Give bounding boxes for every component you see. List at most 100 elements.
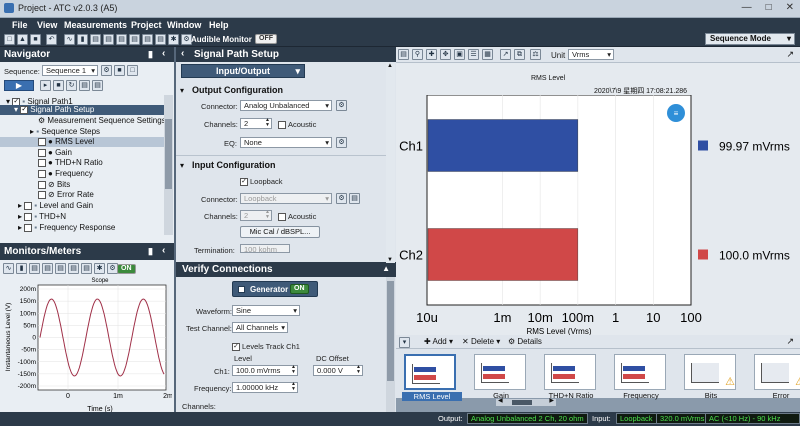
- scroll-thumb[interactable]: [165, 119, 172, 189]
- delete-button[interactable]: ✕ Delete ▾: [462, 337, 500, 346]
- input-channels-stepper[interactable]: 2 ▲ ▼: [240, 210, 272, 221]
- meter-icon[interactable]: ▤: [29, 263, 40, 274]
- scroll-left-icon[interactable]: ◀: [498, 397, 503, 404]
- tree-gain[interactable]: ● Gain: [38, 148, 72, 157]
- checkbox[interactable]: [38, 169, 46, 178]
- scroll-right-icon[interactable]: ▶: [549, 397, 554, 404]
- scroll-thumb[interactable]: [387, 281, 394, 381]
- mic-cal-button[interactable]: Mic Cal / dBSPL...: [240, 226, 320, 238]
- popout-icon[interactable]: ↗: [786, 336, 794, 347]
- audible-monitor-toggle[interactable]: OFF: [255, 34, 277, 44]
- menu-window[interactable]: Window: [167, 20, 201, 30]
- back-icon[interactable]: ‹: [181, 48, 184, 59]
- checkbox[interactable]: [24, 223, 33, 232]
- tree-thdn[interactable]: ▸ ▪ THD+N: [18, 212, 66, 221]
- stepper-icon[interactable]: ▲ ▼: [265, 118, 270, 128]
- input-acoustic-checkbox[interactable]: Acoustic: [278, 212, 316, 222]
- tree-measurement-sequence-settings[interactable]: ⚙ Measurement Sequence Settings...: [38, 116, 172, 125]
- stepper-icon[interactable]: ▲ ▼: [291, 382, 296, 392]
- meter4-icon[interactable]: ▤: [129, 34, 140, 45]
- meter3-icon[interactable]: ▤: [55, 263, 66, 274]
- output-status[interactable]: Analog Unbalanced 2 Ch, 20 ohm: [467, 413, 588, 424]
- input-table-icon[interactable]: ▤: [349, 193, 360, 204]
- collapse-icon[interactable]: ‹: [162, 245, 165, 256]
- tree-sequence-steps[interactable]: ▸ ▪ Sequence Steps: [30, 127, 100, 136]
- step-icon[interactable]: ▸: [40, 80, 51, 91]
- result-thumb-bits[interactable]: ⚠ Bits: [684, 354, 736, 400]
- unit-select[interactable]: Vrms ▾: [568, 49, 614, 60]
- sequence-mode-select[interactable]: Sequence Mode ▾: [705, 33, 795, 45]
- output-expand-icon[interactable]: ▾: [180, 86, 184, 95]
- table-icon[interactable]: ▦: [482, 49, 493, 60]
- checkbox[interactable]: [24, 201, 33, 210]
- input-connector-select[interactable]: Loopback ▾: [240, 193, 332, 204]
- close-icon[interactable]: ✕: [786, 2, 794, 13]
- waveform-select[interactable]: Sine ▾: [232, 305, 300, 316]
- generator-toggle[interactable]: ON: [290, 284, 309, 294]
- add-dropdown-icon[interactable]: ▾: [399, 337, 410, 348]
- save-icon[interactable]: ■: [30, 34, 41, 45]
- open-icon[interactable]: ▲: [17, 34, 28, 45]
- scroll-up-icon[interactable]: ▲: [387, 63, 393, 69]
- input-range-status[interactable]: AC (<10 Hz) - 90 kHz: [705, 413, 800, 424]
- new-icon[interactable]: □: [4, 34, 15, 45]
- graph-scrollbar[interactable]: ▲ ▼: [386, 63, 395, 263]
- menu-project[interactable]: Project: [131, 20, 162, 30]
- repeat-icon[interactable]: ↻: [66, 80, 77, 91]
- output-channels-stepper[interactable]: 2 ▲ ▼: [240, 118, 272, 129]
- scroll-down-icon[interactable]: ▼: [387, 257, 393, 263]
- result-thumb-gain[interactable]: Gain: [474, 354, 526, 400]
- meter2-icon[interactable]: ▤: [103, 34, 114, 45]
- tree-error-rate[interactable]: ⊘ Error Rate: [38, 190, 94, 199]
- eq-settings-icon[interactable]: ⚙: [336, 137, 347, 148]
- pin-icon[interactable]: ▮: [148, 246, 153, 257]
- result-thumb-rms-level[interactable]: RMS Level: [402, 354, 462, 401]
- checkbox[interactable]: [38, 137, 46, 146]
- checkbox[interactable]: [278, 213, 286, 222]
- checkbox[interactable]: [38, 180, 46, 189]
- maximize-icon[interactable]: □: [766, 2, 772, 13]
- eq-select[interactable]: None ▾: [240, 137, 332, 148]
- input-connector-settings-icon[interactable]: ⚙: [336, 193, 347, 204]
- sequence-stop-icon[interactable]: ■: [114, 65, 125, 76]
- meter5-icon[interactable]: ▤: [81, 263, 92, 274]
- termination-select[interactable]: 100 kohm: [240, 244, 290, 253]
- tree-bits[interactable]: ⊘ Bits: [38, 180, 70, 189]
- stop-icon[interactable]: ■: [53, 80, 64, 91]
- tree-rms-level[interactable]: ● RMS Level: [0, 137, 164, 147]
- stepper-icon[interactable]: ▲ ▼: [291, 365, 296, 375]
- test-channel-select[interactable]: All Channels ▾: [232, 322, 288, 333]
- ch1-level-stepper[interactable]: 100.0 mVrms ▲ ▼: [232, 365, 298, 376]
- fit-icon[interactable]: ▣: [454, 49, 465, 60]
- fft-icon[interactable]: ▮: [16, 263, 27, 274]
- monitors-toggle[interactable]: ON: [117, 264, 136, 274]
- undo-icon[interactable]: ↶: [46, 34, 57, 45]
- waveform-icon[interactable]: ∿: [64, 34, 75, 45]
- pan-icon[interactable]: ✥: [440, 49, 451, 60]
- tree-frequency-response[interactable]: ▸ ▪ Frequency Response: [18, 223, 115, 232]
- checkbox[interactable]: ✓: [20, 105, 29, 114]
- scroll-thumb[interactable]: [512, 400, 532, 405]
- sequence-new-icon[interactable]: □: [127, 65, 138, 76]
- pin-icon[interactable]: ▲: [382, 264, 390, 273]
- navigator-scrollbar[interactable]: [164, 95, 173, 235]
- popout-icon[interactable]: ↗: [786, 49, 794, 60]
- bluetooth-icon[interactable]: ✱: [168, 34, 179, 45]
- sequence-select[interactable]: Sequence 1 ▾: [42, 65, 98, 76]
- tree-thdn-ratio[interactable]: ● THD+N Ratio: [38, 158, 103, 167]
- checkbox[interactable]: [278, 121, 286, 130]
- checkbox[interactable]: [38, 190, 46, 199]
- meter2-icon[interactable]: ▤: [42, 263, 53, 274]
- meter6-icon[interactable]: ▤: [155, 34, 166, 45]
- tree-signal-path-setup[interactable]: ▾ ✓ Signal Path Setup: [0, 105, 164, 115]
- details-button[interactable]: ⚙ Details: [508, 337, 542, 346]
- checkbox[interactable]: [38, 158, 46, 167]
- acoustic-checkbox[interactable]: Acoustic: [278, 120, 316, 130]
- checkbox[interactable]: ✓: [240, 178, 248, 187]
- minimize-icon[interactable]: —: [742, 2, 752, 13]
- copy-icon[interactable]: ⧉: [514, 49, 525, 60]
- result-thumb-thd-n-ratio[interactable]: THD+N Ratio: [544, 354, 596, 400]
- run-button[interactable]: ▶: [4, 80, 34, 91]
- bluetooth-icon[interactable]: ✱: [94, 263, 105, 274]
- cursor-icon[interactable]: ✚: [426, 49, 437, 60]
